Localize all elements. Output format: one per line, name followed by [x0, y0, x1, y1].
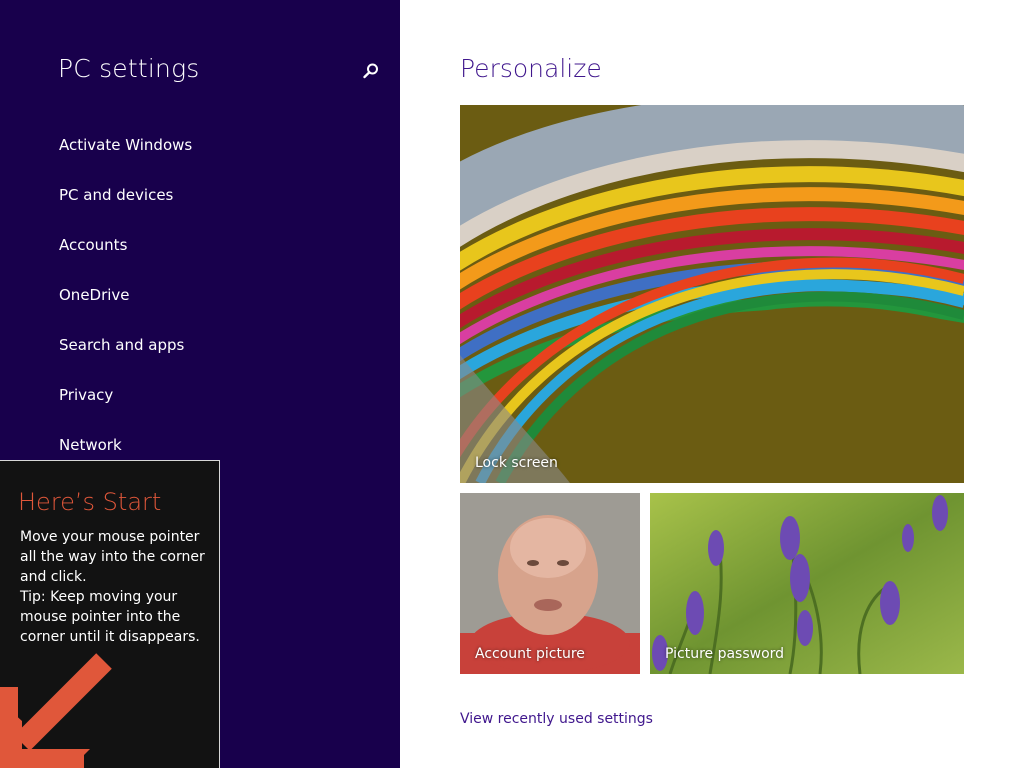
tip-body: Move your mouse pointer all the way into…: [20, 527, 210, 647]
sidebar-item-accounts[interactable]: Accounts: [59, 236, 127, 254]
section-title: Personalize: [460, 54, 602, 83]
sidebar-item-network[interactable]: Network: [59, 436, 122, 454]
view-recent-settings-link[interactable]: View recently used settings: [460, 711, 653, 727]
tile-label: Picture password: [665, 646, 785, 662]
sidebar-item-onedrive[interactable]: OneDrive: [59, 286, 130, 304]
tip-line: Tip: Keep moving your: [20, 589, 178, 605]
arrow-down-left-icon: [0, 651, 120, 768]
tip-line: mouse pointer into the: [20, 609, 181, 625]
lock-screen-image: [460, 105, 964, 483]
lock-screen-tile[interactable]: Lock screen: [460, 105, 964, 483]
tip-line: corner until it disappears.: [20, 629, 200, 645]
page-title: PC settings: [58, 54, 200, 83]
picture-password-tile[interactable]: Picture password: [650, 493, 964, 674]
tip-line: all the way into the corner: [20, 549, 205, 565]
tip-title: Here’s Start: [18, 488, 162, 516]
sidebar-item-search-and-apps[interactable]: Search and apps: [59, 336, 184, 354]
tip-line: and click.: [20, 569, 87, 585]
tip-line: Move your mouse pointer: [20, 529, 200, 545]
sidebar-item-privacy[interactable]: Privacy: [59, 386, 113, 404]
tile-label: Lock screen: [475, 455, 558, 471]
sidebar-item-pc-and-devices[interactable]: PC and devices: [59, 186, 173, 204]
start-tip: Here’s Start Move your mouse pointer all…: [0, 460, 220, 768]
sidebar-item-activate-windows[interactable]: Activate Windows: [59, 136, 192, 154]
search-icon[interactable]: [362, 62, 380, 80]
account-picture-tile[interactable]: Account picture: [460, 493, 640, 674]
tile-label: Account picture: [475, 646, 585, 662]
